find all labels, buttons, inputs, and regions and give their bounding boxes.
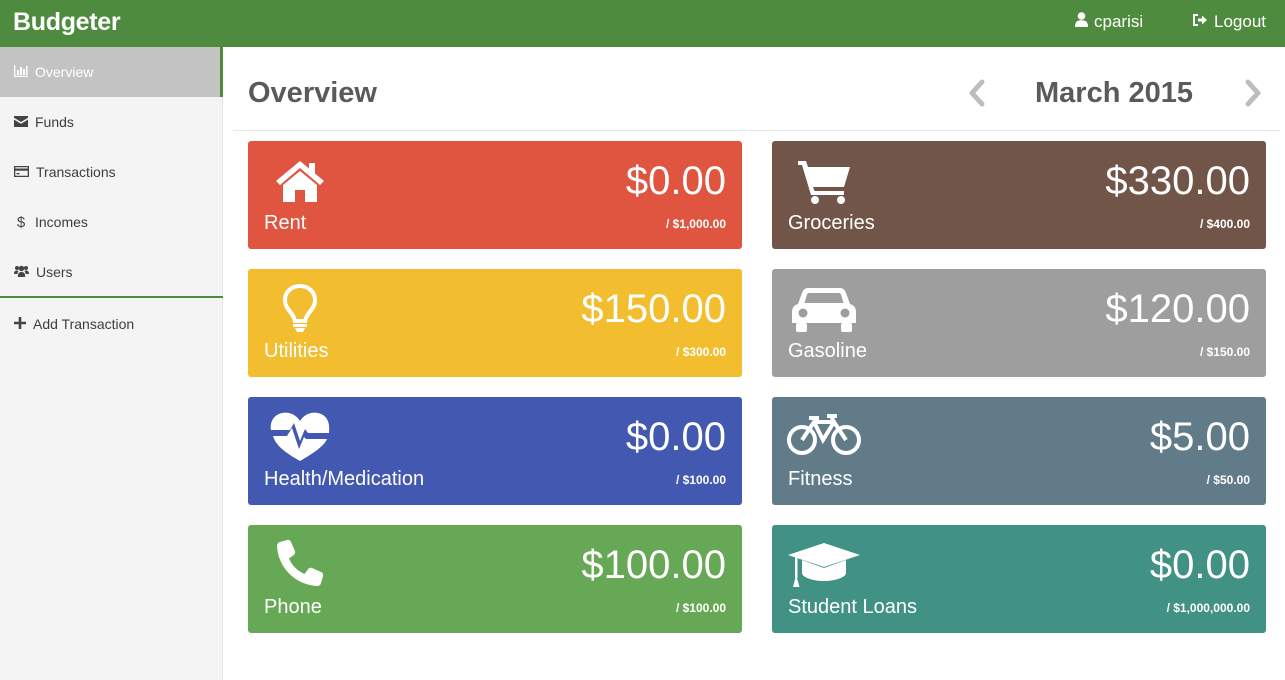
fund-name: Phone bbox=[264, 596, 322, 618]
fund-amount: $5.00 bbox=[1149, 415, 1250, 459]
fund-limit: / $1,000.00 bbox=[665, 217, 726, 231]
sidebar-item-label: Add Transaction bbox=[33, 316, 135, 332]
fund-card-phone[interactable]: $100.00 Phone / $100.00 bbox=[248, 525, 742, 633]
fund-amount: $0.00 bbox=[625, 415, 726, 459]
fund-name: Health/Medication bbox=[264, 468, 425, 490]
sidebar-item-label: Transactions bbox=[36, 164, 116, 180]
next-month-button[interactable] bbox=[1242, 78, 1264, 108]
bar-chart-icon bbox=[14, 64, 28, 80]
lightbulb-icon bbox=[282, 283, 318, 338]
fund-name: Fitness bbox=[788, 468, 853, 490]
fund-card-health-medication[interactable]: $0.00 Health/Medication / $100.00 bbox=[248, 397, 742, 505]
user-icon bbox=[1075, 12, 1088, 32]
fund-name: Rent bbox=[264, 212, 307, 234]
fund-amount: $100.00 bbox=[581, 543, 726, 587]
fund-name: Utilities bbox=[264, 340, 329, 362]
fund-amount: $0.00 bbox=[625, 159, 726, 203]
sign-out-icon bbox=[1192, 12, 1208, 32]
envelope-icon bbox=[14, 114, 28, 130]
shopping-cart-icon bbox=[796, 159, 852, 210]
fund-card-student-loans[interactable]: $0.00 Student Loans / $1,000,000.00 bbox=[772, 525, 1266, 633]
fund-limit: / $50.00 bbox=[1206, 473, 1250, 487]
logout-label: Logout bbox=[1214, 12, 1266, 31]
fund-amount: $0.00 bbox=[1149, 543, 1250, 587]
fund-amount: $330.00 bbox=[1105, 159, 1250, 203]
sidebar-item-label: Funds bbox=[35, 114, 74, 130]
fund-name: Groceries bbox=[788, 212, 875, 234]
fund-limit: / $100.00 bbox=[675, 601, 726, 615]
fund-limit: / $100.00 bbox=[675, 473, 726, 487]
fund-card-fitness[interactable]: $5.00 Fitness / $50.00 bbox=[772, 397, 1266, 505]
sidebar-item-incomes[interactable]: $ Incomes bbox=[0, 197, 223, 247]
page-title: Overview bbox=[248, 77, 377, 109]
car-icon bbox=[791, 285, 857, 338]
sidebar-item-transactions[interactable]: Transactions bbox=[0, 147, 223, 197]
month-label: March 2015 bbox=[1035, 77, 1193, 109]
phone-icon bbox=[276, 539, 324, 592]
fund-amount: $120.00 bbox=[1105, 287, 1250, 331]
fund-limit: / $300.00 bbox=[675, 345, 726, 359]
brand-logo[interactable]: Budgeter bbox=[13, 8, 121, 37]
sidebar-item-label: Incomes bbox=[35, 214, 88, 230]
prev-month-button[interactable] bbox=[966, 78, 988, 108]
sidebar: Overview Funds Transactions $ Incomes Us… bbox=[0, 47, 223, 680]
username-label: cparisi bbox=[1094, 12, 1144, 31]
home-icon bbox=[274, 159, 326, 208]
sidebar-divider bbox=[0, 296, 223, 298]
chevron-left-icon bbox=[966, 79, 988, 112]
logout-link[interactable]: Logout bbox=[1192, 12, 1266, 32]
sidebar-item-funds[interactable]: Funds bbox=[0, 97, 223, 147]
users-icon bbox=[14, 264, 29, 280]
sidebar-item-add-transaction[interactable]: Add Transaction bbox=[0, 299, 223, 349]
graduation-cap-icon bbox=[787, 541, 861, 594]
chevron-right-icon bbox=[1242, 79, 1264, 112]
plus-icon bbox=[14, 316, 26, 332]
dollar-icon: $ bbox=[16, 213, 26, 231]
fund-card-gasoline[interactable]: $120.00 Gasoline / $150.00 bbox=[772, 269, 1266, 377]
bicycle-icon bbox=[787, 414, 861, 461]
fund-name: Student Loans bbox=[788, 596, 917, 618]
credit-card-icon bbox=[14, 164, 29, 180]
user-menu-link[interactable]: cparisi bbox=[1075, 12, 1143, 32]
fund-card-groceries[interactable]: $330.00 Groceries / $400.00 bbox=[772, 141, 1266, 249]
sidebar-item-users[interactable]: Users bbox=[0, 247, 223, 297]
sidebar-item-overview[interactable]: Overview bbox=[0, 47, 223, 97]
heartbeat-icon bbox=[270, 411, 330, 466]
sidebar-item-label: Users bbox=[36, 264, 73, 280]
fund-amount: $150.00 bbox=[581, 287, 726, 331]
fund-limit: / $150.00 bbox=[1199, 345, 1250, 359]
fund-limit: / $400.00 bbox=[1199, 217, 1250, 231]
fund-card-rent[interactable]: $0.00 Rent / $1,000.00 bbox=[248, 141, 742, 249]
header-divider bbox=[233, 130, 1280, 131]
fund-name: Gasoline bbox=[788, 340, 867, 362]
fund-card-utilities[interactable]: $150.00 Utilities / $300.00 bbox=[248, 269, 742, 377]
sidebar-item-label: Overview bbox=[35, 64, 94, 80]
fund-limit: / $1,000,000.00 bbox=[1166, 601, 1250, 615]
top-navbar: Budgeter cparisi Logout bbox=[0, 0, 1285, 47]
